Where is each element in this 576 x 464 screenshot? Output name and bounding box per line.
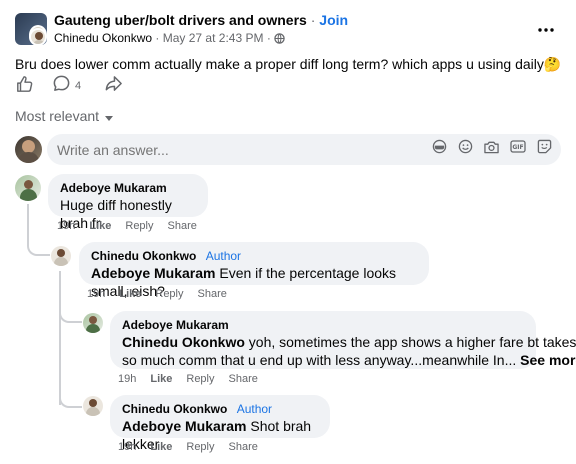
post-author-link[interactable]: Chinedu Okonkwo [54,31,152,45]
avatar-sticker-icon [432,139,447,159]
gif-icon: GIF [509,140,526,158]
author-badge: Author [205,249,242,263]
sort-label: Most relevant [15,108,100,124]
mention-link[interactable]: Chinedu Okonkwo [122,334,245,350]
join-link[interactable]: Join [319,12,348,28]
thumbs-up-icon [16,75,34,98]
post-header: Gauteng uber/bolt drivers and owners · J… [54,12,348,29]
share-comment-link[interactable]: Share [168,220,197,232]
author-badge: Author [236,402,273,416]
reply-link[interactable]: Reply [186,373,214,385]
caret-down-icon [105,108,114,124]
comment-bubble: Chinedu Okonkwo Author Adeboye Mukaram E… [79,242,429,299]
smiley-icon [458,139,473,159]
post-body: Bru does lower comm actually make a prop… [15,56,562,72]
comment-icon [52,74,71,98]
like-comment-link[interactable]: Like [89,220,111,232]
svg-text:GIF: GIF [512,144,523,151]
like-comment-link[interactable]: Like [119,288,141,300]
reply-link[interactable]: Reply [155,288,183,300]
comment-actions: 19h Like Reply Share [57,220,197,232]
like-comment-link[interactable]: Like [150,441,172,453]
comment-bubble: Adeboye Mukaram Chinedu Okonkwo yoh, som… [110,311,576,369]
comment-author-link[interactable]: Adeboye Mukaram [60,181,196,196]
avatar[interactable] [83,396,103,416]
more-horizontal-icon [538,19,554,37]
thread-line [59,271,61,405]
reply-link[interactable]: Reply [125,220,153,232]
comment-timestamp[interactable]: 19h [118,373,136,385]
like-comment-link[interactable]: Like [150,373,172,385]
sticker-button[interactable] [536,139,552,159]
avatar[interactable] [15,175,41,201]
thread-connector [27,238,50,256]
comment-actions: 19h Like Reply Share [118,373,258,385]
comment-count: 4 [75,80,82,92]
share-button[interactable] [103,76,123,96]
group-name-link[interactable]: Gauteng uber/bolt drivers and owners [54,12,307,28]
mention-link[interactable]: Adeboye Mukaram [122,418,246,434]
meta-separator: · [155,31,160,45]
photo-button[interactable] [483,141,499,157]
see-more-link[interactable]: See more [520,352,576,368]
comment-body-line2: so much comm that u end up with less any… [122,352,517,368]
meta-dot: · [266,31,271,45]
share-comment-link[interactable]: Share [229,441,258,453]
thread-connector [59,305,82,323]
post-meta: Chinedu Okonkwo · May 27 at 2:43 PM · [54,31,285,48]
post-author-avatar[interactable] [29,28,47,46]
share-comment-link[interactable]: Share [198,288,227,300]
camera-icon [483,140,499,159]
like-button[interactable] [15,75,35,98]
comment-bubble: Chinedu Okonkwo Author Adeboye Mukaram S… [110,395,330,452]
comment-timestamp[interactable]: 19h [87,288,105,300]
comment-timestamp[interactable]: 19h [118,441,136,453]
emoji-button[interactable] [457,139,473,159]
thread-connector [59,392,82,408]
comment-composer[interactable]: GIF [47,134,561,165]
reply-link[interactable]: Reply [186,441,214,453]
comment-author-link[interactable]: Chinedu Okonkwo [122,402,227,416]
comment-bubble: Adeboye Mukaram Huge diff honestly brah … [48,174,208,231]
globe-icon [274,33,285,48]
thread-line [27,204,29,242]
comment-input[interactable] [57,140,357,159]
share-comment-link[interactable]: Share [229,373,258,385]
header-separator: · [310,12,316,28]
avatar[interactable] [51,246,71,266]
comment-author-line: Chinedu Okonkwo Author [91,249,417,264]
sticker-icon [537,139,552,159]
current-user-avatar[interactable] [15,136,42,163]
mention-link[interactable]: Adeboye Mukaram [91,265,215,281]
comment-sort-dropdown[interactable]: Most relevant [15,108,114,124]
more-options-button[interactable] [534,20,558,36]
comment-author-link[interactable]: Adeboye Mukaram [122,318,524,333]
post-date-link[interactable]: May 27 at 2:43 PM [163,31,264,45]
comment-author-link[interactable]: Chinedu Okonkwo [91,249,196,263]
comment-button[interactable]: 4 [52,74,90,98]
comment-text: Chinedu Okonkwo yoh, sometimes the app s… [122,333,576,351]
share-icon [104,74,123,98]
comment-body-line1: yoh, sometimes the app shows a higher fa… [244,334,576,350]
comment-text-continued: so much comm that u end up with less any… [122,351,576,369]
comment-author-line: Chinedu Okonkwo Author [122,402,318,417]
avatar[interactable] [83,313,103,333]
comment-actions: 19h Like Reply Share [118,441,258,453]
avatar-sticker-button[interactable] [431,139,447,159]
comment-timestamp[interactable]: 19h [57,220,75,232]
gif-button[interactable]: GIF [509,140,526,158]
comment-actions: 19h Like Reply Share [87,288,227,300]
